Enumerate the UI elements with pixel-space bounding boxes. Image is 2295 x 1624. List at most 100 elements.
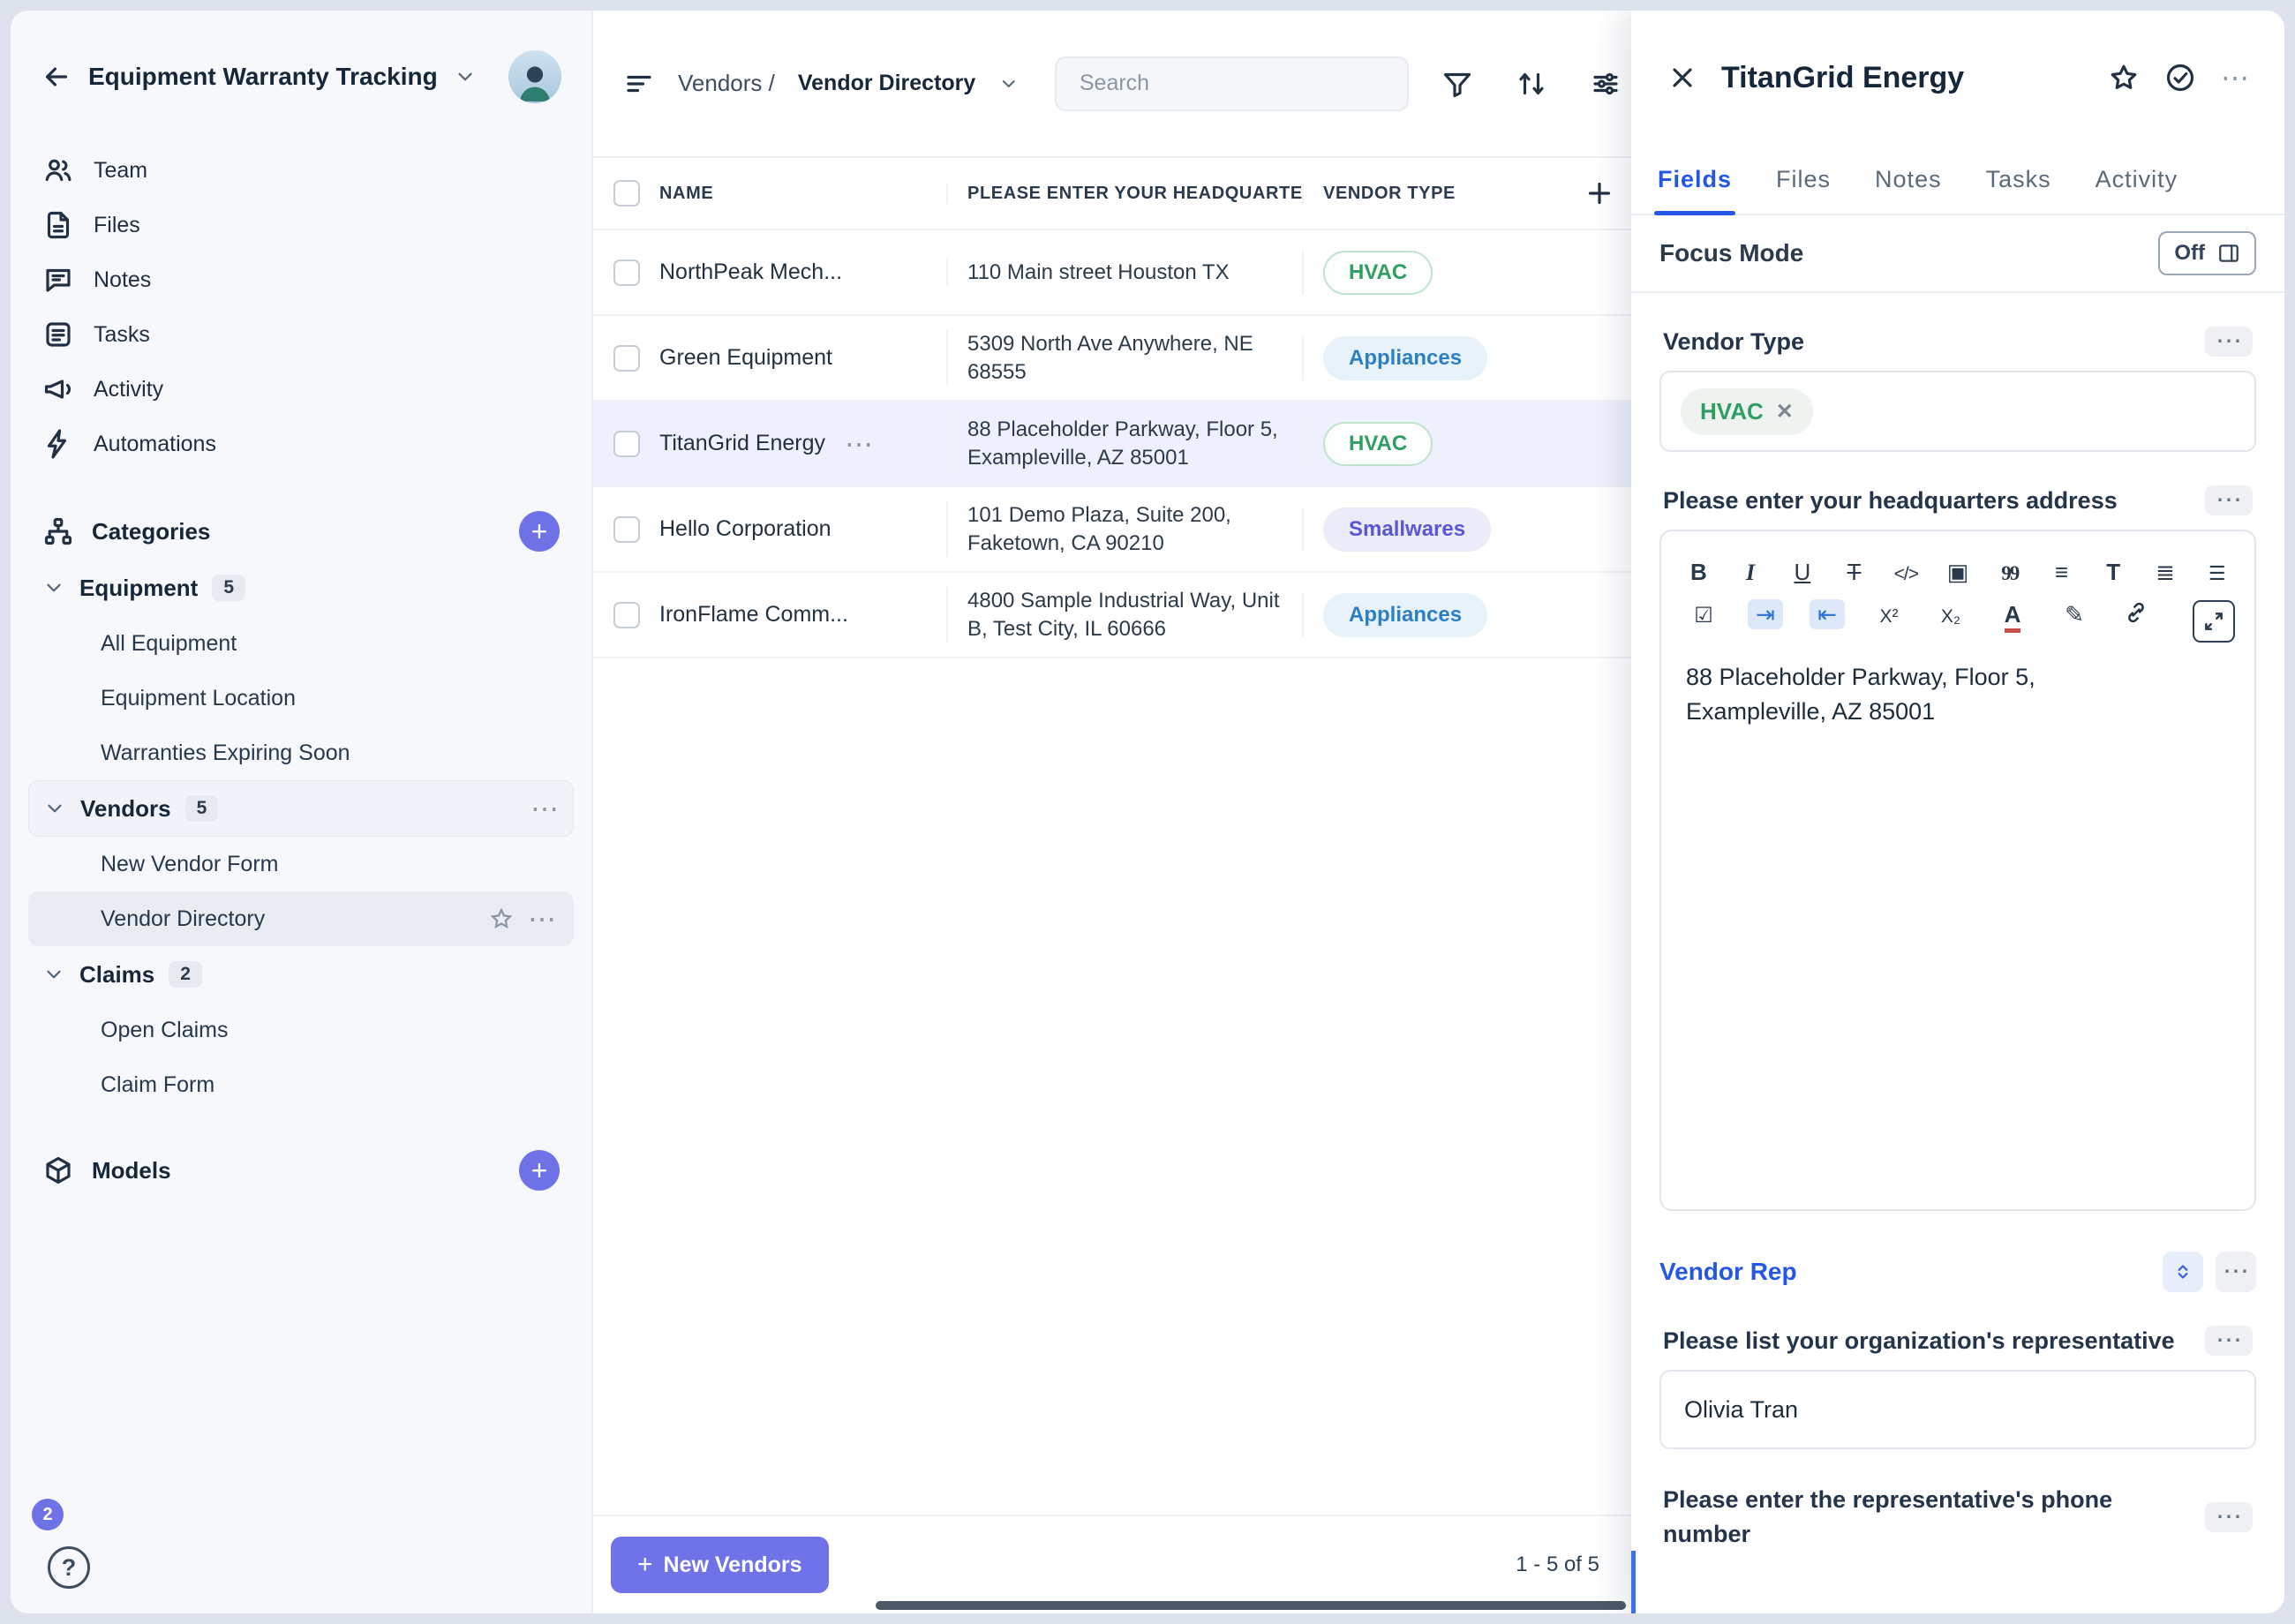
sidebar-item-open-claims[interactable]: Open Claims: [28, 1003, 574, 1057]
tab-notes[interactable]: Notes: [1875, 145, 1942, 214]
category-equipment[interactable]: Equipment 5: [28, 560, 574, 616]
link-icon[interactable]: [2118, 600, 2154, 628]
expand-editor-button[interactable]: [2193, 600, 2235, 643]
remove-chip-icon[interactable]: ✕: [1776, 399, 1794, 425]
sidebar-item-notes[interactable]: Notes: [28, 252, 574, 307]
new-vendors-button[interactable]: + New Vendors: [611, 1537, 829, 1593]
sort-button[interactable]: [1506, 58, 1557, 109]
filter-button[interactable]: [1432, 58, 1483, 109]
code-block-icon[interactable]: [1945, 560, 1971, 583]
vendor-type-field[interactable]: HVAC ✕: [1659, 371, 2256, 452]
help-button[interactable]: ?: [48, 1546, 90, 1589]
tab-tasks[interactable]: Tasks: [1986, 145, 2051, 214]
sidebar-item-equipment-location[interactable]: Equipment Location: [28, 671, 574, 726]
indent-icon[interactable]: [1748, 599, 1783, 629]
column-header-name[interactable]: NAME: [659, 184, 946, 204]
avatar[interactable]: [508, 50, 561, 103]
address-value[interactable]: 88 Placeholder Parkway, Floor 5, Example…: [1686, 660, 2127, 729]
highlight-icon[interactable]: [2057, 603, 2092, 626]
field-more-button[interactable]: ⋯: [2205, 327, 2253, 357]
chevron-down-icon[interactable]: [454, 65, 477, 88]
sidebar-item-files[interactable]: Files: [28, 198, 574, 252]
sidebar-item-new-vendor-form[interactable]: New Vendor Form: [28, 837, 574, 891]
table-row[interactable]: Hello Corporation 101 Demo Plaza, Suite …: [593, 487, 1631, 573]
underline-icon[interactable]: [1789, 560, 1815, 583]
quote-icon[interactable]: [1997, 560, 2022, 583]
add-field-button[interactable]: [1584, 177, 1615, 209]
category-vendors[interactable]: Vendors 5 ⋯: [28, 780, 574, 837]
sidebar-item-automations[interactable]: Automations: [28, 417, 574, 471]
align-icon[interactable]: [2049, 560, 2074, 583]
models-header[interactable]: Models +: [28, 1142, 574, 1199]
sidebar-item-tasks[interactable]: Tasks: [28, 307, 574, 362]
breadcrumb-current[interactable]: Vendor Directory: [798, 71, 975, 96]
bullet-list-icon[interactable]: [2204, 560, 2230, 583]
subscript-icon[interactable]: [1933, 603, 1968, 626]
section-title[interactable]: Vendor Rep: [1659, 1258, 1797, 1286]
back-button[interactable]: [41, 61, 72, 93]
tab-fields[interactable]: Fields: [1658, 145, 1732, 214]
sidebar-item-all-equipment[interactable]: All Equipment: [28, 616, 574, 671]
bold-icon[interactable]: [1686, 560, 1712, 583]
row-checkbox[interactable]: [613, 259, 640, 286]
star-icon[interactable]: [489, 906, 514, 931]
vendor-name[interactable]: Green Equipment: [659, 345, 946, 371]
close-button[interactable]: [1667, 62, 1698, 94]
horizontal-scrollbar[interactable]: [876, 1601, 1626, 1610]
sidebar-item-team[interactable]: Team: [28, 143, 574, 198]
breadcrumb[interactable]: Vendors /: [678, 70, 775, 97]
ordered-list-icon[interactable]: [2153, 560, 2178, 583]
field-more-button[interactable]: ⋯: [2205, 485, 2253, 515]
view-options-button[interactable]: [623, 68, 655, 100]
representative-input[interactable]: Olivia Tran: [1659, 1370, 2256, 1449]
table-row[interactable]: Green Equipment 5309 North Ave Anywhere,…: [593, 316, 1631, 402]
field-settings-button[interactable]: [1580, 58, 1631, 109]
vendors-more-button[interactable]: ⋯: [530, 794, 559, 823]
vendor-name[interactable]: NorthPeak Mech...: [659, 259, 946, 285]
select-all-checkbox[interactable]: [613, 180, 640, 207]
strikethrough-icon[interactable]: [1841, 560, 1867, 583]
italic-icon[interactable]: [1738, 560, 1764, 584]
favorite-button[interactable]: [2108, 62, 2140, 94]
sidebar-item-vendor-directory[interactable]: Vendor Directory ⋯: [28, 891, 574, 946]
category-claims[interactable]: Claims 2: [28, 946, 574, 1003]
vendor-name[interactable]: IronFlame Comm...: [659, 602, 946, 628]
sidebar-item-claim-form[interactable]: Claim Form: [28, 1057, 574, 1112]
record-more-button[interactable]: ⋯: [2221, 64, 2249, 92]
table-row[interactable]: IronFlame Comm... 4800 Sample Industrial…: [593, 573, 1631, 658]
sidebar-item-activity[interactable]: Activity: [28, 362, 574, 417]
superscript-icon[interactable]: [1871, 603, 1907, 626]
row-more-button[interactable]: ⋯: [845, 430, 873, 458]
row-checkbox[interactable]: [613, 431, 640, 457]
chevron-down-icon[interactable]: [998, 72, 1020, 95]
outdent-icon[interactable]: [1810, 599, 1845, 629]
search-input[interactable]: [1055, 56, 1409, 111]
tab-files[interactable]: Files: [1776, 145, 1831, 214]
focus-mode-toggle[interactable]: Off: [2158, 231, 2256, 275]
workspace-title[interactable]: Equipment Warranty Tracking: [88, 63, 438, 91]
vendor-name[interactable]: TitanGrid Energy: [659, 431, 825, 456]
add-model-button[interactable]: +: [519, 1150, 560, 1191]
add-category-button[interactable]: +: [519, 511, 560, 552]
code-icon[interactable]: [1893, 560, 1919, 583]
address-rich-text-editor[interactable]: 88 Placeholder Parkway, Floor 5, Example…: [1659, 530, 2256, 1211]
more-button[interactable]: ⋯: [528, 905, 556, 933]
row-checkbox[interactable]: [613, 345, 640, 372]
column-header-vendor-type[interactable]: VENDOR TYPE: [1302, 184, 1631, 204]
complete-button[interactable]: [2164, 62, 2196, 94]
sidebar-item-warranties-expiring-soon[interactable]: Warranties Expiring Soon: [28, 726, 574, 780]
checklist-icon[interactable]: [1686, 603, 1721, 627]
text-style-icon[interactable]: [2101, 560, 2126, 583]
field-more-button[interactable]: ⋯: [2205, 1326, 2253, 1356]
table-row[interactable]: NorthPeak Mech... 110 Main street Housto…: [593, 230, 1631, 316]
section-more-button[interactable]: ⋯: [2216, 1252, 2256, 1292]
row-checkbox[interactable]: [613, 602, 640, 628]
section-reorder-button[interactable]: [2163, 1252, 2203, 1292]
tab-activity[interactable]: Activity: [2096, 145, 2178, 214]
row-checkbox[interactable]: [613, 516, 640, 543]
field-more-button[interactable]: ⋯: [2205, 1502, 2253, 1532]
vendor-name[interactable]: Hello Corporation: [659, 516, 946, 542]
font-color-icon[interactable]: [1995, 603, 2030, 626]
column-header-address[interactable]: PLEASE ENTER YOUR HEADQUARTER: [946, 184, 1302, 204]
table-row-selected[interactable]: TitanGrid Energy ⋯ 88 Placeholder Parkwa…: [593, 402, 1631, 487]
